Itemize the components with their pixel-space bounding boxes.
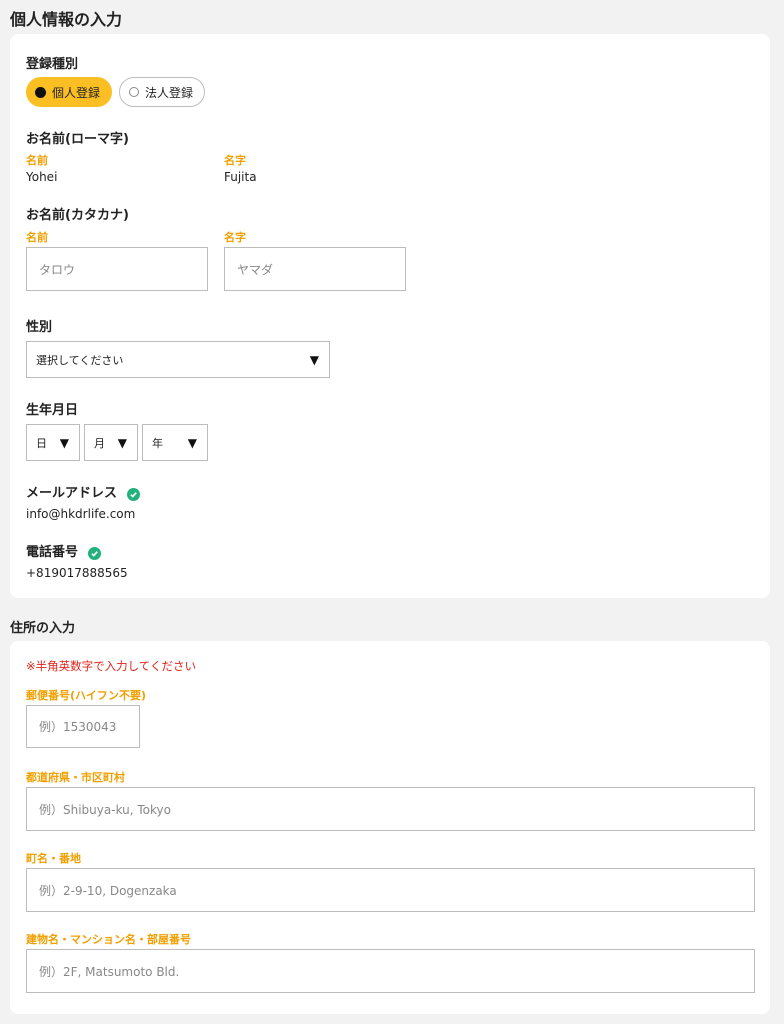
gender-label: 性別 [26, 320, 53, 335]
registration-type-label: 登録種別 [26, 57, 79, 72]
individual-registration-label: 個人登録 [52, 85, 101, 100]
gender-select[interactable]: 選択してください ▼ [26, 341, 330, 378]
birthday-label: 生年月日 [26, 403, 79, 418]
street-label: 町名・番地 [26, 852, 81, 865]
personal-section-title: 個人情報の入力 [10, 10, 123, 29]
email-label: メールアドレス [26, 486, 118, 501]
phone-label-row: 電話番号 [26, 541, 101, 560]
phone-label: 電話番号 [26, 545, 79, 560]
postal-code-label: 郵便番号(ハイフン不要) [26, 689, 147, 702]
katakana-last-name-label: 名字 [224, 231, 246, 244]
katakana-first-name-label: 名前 [26, 231, 48, 244]
address-card: ※半角英数字で入力してください 郵便番号(ハイフン不要) 例）1530043 都… [10, 641, 770, 1014]
verified-check-icon [126, 488, 140, 501]
email-value: info@hkdrlife.com [26, 507, 136, 521]
city-label: 都道府県・市区町村 [26, 771, 125, 784]
chevron-down-icon: ▼ [309, 352, 319, 367]
katakana-last-name-input[interactable]: ヤマダ [224, 247, 406, 291]
katakana-name-label: お名前(カタカナ) [26, 208, 129, 223]
chevron-down-icon: ▼ [59, 435, 69, 450]
romaji-last-name-label: 名字 [224, 154, 246, 167]
phone-value: +819017888565 [26, 566, 128, 580]
romaji-last-name-value: Fujita [224, 170, 257, 184]
verified-check-icon [87, 547, 101, 560]
city-input[interactable]: 例）Shibuya-ku, Tokyo [26, 787, 755, 831]
corporate-registration-option[interactable]: 法人登録 [119, 77, 205, 107]
birthday-day-select[interactable]: 日 ▼ [26, 424, 80, 461]
birthday-month-value: 月 [94, 436, 105, 450]
building-label: 建物名・マンション名・部屋番号 [26, 933, 191, 946]
birthday-month-select[interactable]: 月 ▼ [84, 424, 138, 461]
personal-info-card: 登録種別 個人登録 法人登録 お名前(ローマ字) 名前 Yohei 名字 Fuj… [10, 34, 770, 598]
street-input[interactable]: 例）2-9-10, Dogenzaka [26, 868, 755, 912]
address-section-title: 住所の入力 [10, 621, 76, 636]
chevron-down-icon: ▼ [117, 435, 127, 450]
postal-code-input[interactable]: 例）1530043 [26, 705, 140, 748]
radio-checked-icon [35, 86, 46, 98]
chevron-down-icon: ▼ [187, 435, 197, 450]
romaji-first-name-value: Yohei [26, 170, 58, 184]
individual-registration-option[interactable]: 個人登録 [26, 77, 112, 107]
katakana-first-name-input[interactable]: タロウ [26, 247, 208, 291]
gender-select-value: 選択してください [36, 353, 124, 367]
address-note: ※半角英数字で入力してください [26, 659, 196, 673]
corporate-registration-label: 法人登録 [145, 85, 194, 100]
birthday-day-value: 日 [36, 436, 47, 450]
birthday-year-value: 年 [152, 436, 163, 450]
romaji-first-name-label: 名前 [26, 154, 48, 167]
radio-unchecked-icon [129, 87, 139, 97]
birthday-year-select[interactable]: 年 ▼ [142, 424, 208, 461]
email-label-row: メールアドレス [26, 482, 140, 501]
romaji-name-label: お名前(ローマ字) [26, 132, 129, 147]
building-input[interactable]: 例）2F, Matsumoto Bld. [26, 949, 755, 993]
